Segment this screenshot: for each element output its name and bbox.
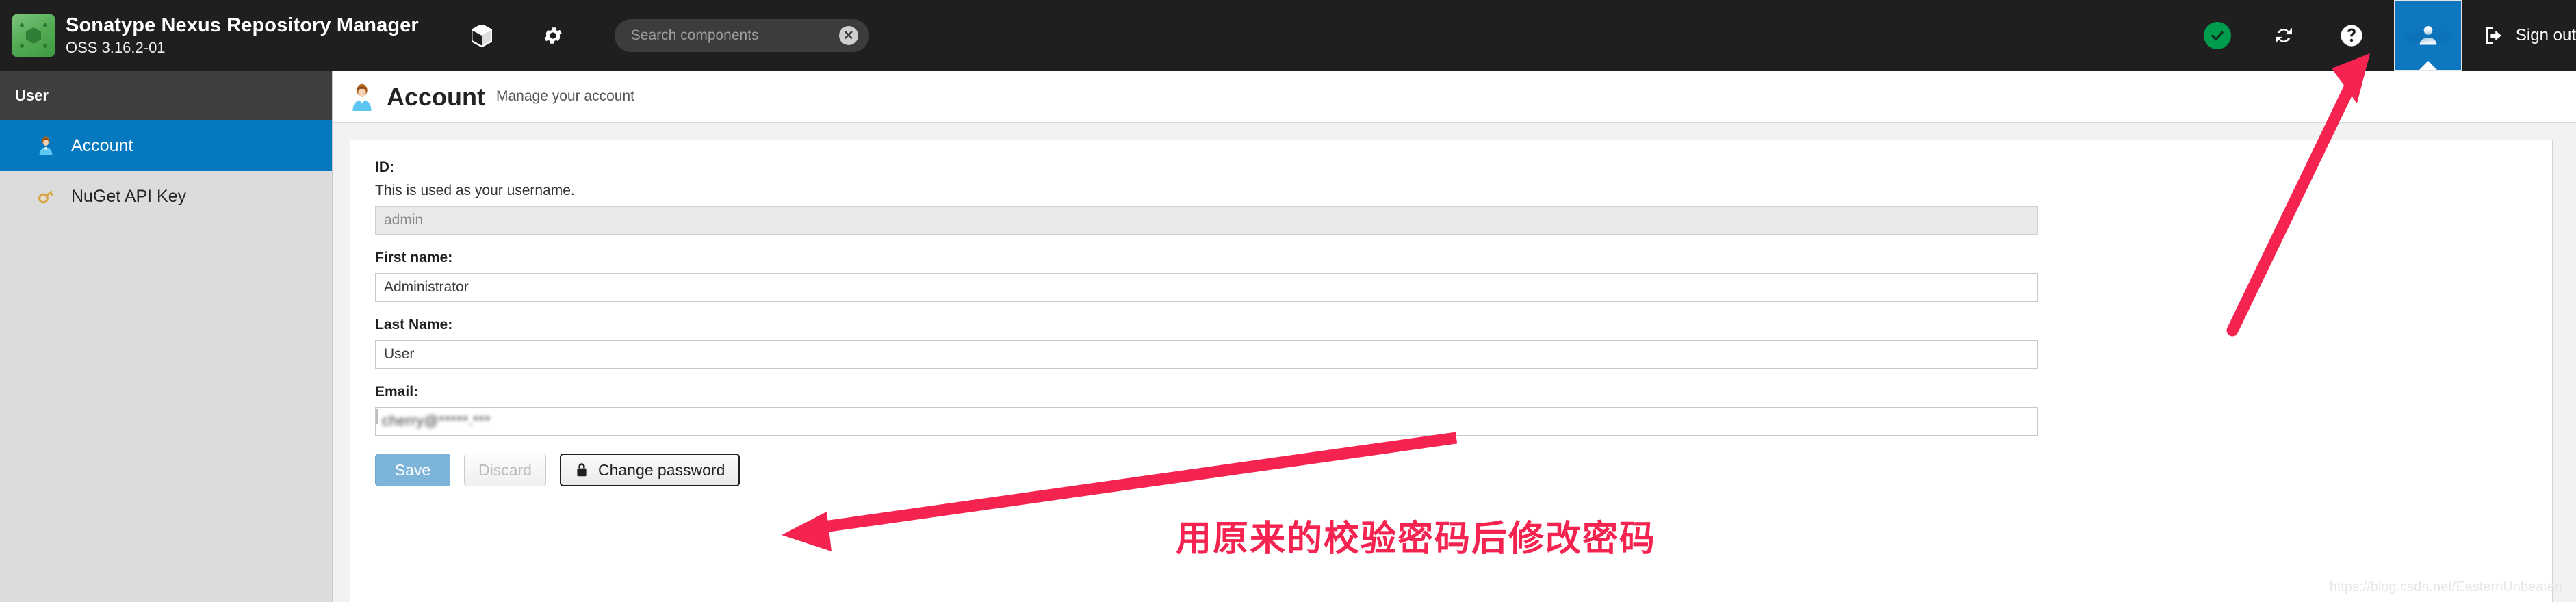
top-right-group: admin Sign out (2203, 0, 2576, 71)
id-help-text: This is used as your username. (375, 183, 575, 198)
user-person-icon (36, 135, 56, 156)
account-form: ID: This is used as your username. First… (350, 140, 2552, 486)
last-name-input[interactable] (375, 340, 2038, 369)
sidebar-header: User (0, 71, 332, 120)
field-email: Email: cherry@*****.*** (375, 384, 2527, 436)
app-root: Sonatype Nexus Repository Manager OSS 3.… (0, 0, 2576, 602)
caret-up-icon (2419, 61, 2437, 70)
discard-button[interactable]: Discard (464, 454, 546, 486)
search-input[interactable] (614, 19, 869, 52)
sign-out-label: Sign out (2515, 26, 2576, 44)
first-name-label: First name: (375, 250, 453, 265)
user-person-icon (2419, 26, 2437, 45)
id-input (375, 206, 2038, 235)
lock-icon (575, 462, 589, 477)
annotation-note: 用原来的校验密码后修改密码 (1176, 519, 1657, 560)
sidebar: User Account NuGet API Key (0, 71, 332, 602)
field-first-name: First name: (375, 250, 2527, 302)
email-redacted-value: cherry@*****.*** (382, 413, 491, 429)
refresh-icon[interactable] (2269, 21, 2299, 51)
clear-x-icon[interactable]: ✕ (838, 26, 858, 45)
change-password-button[interactable]: Change password (559, 454, 740, 486)
app-version: OSS 3.16.2-01 (66, 38, 166, 56)
text-caret (376, 409, 378, 424)
help-question-icon[interactable] (2336, 21, 2367, 51)
page-header: Account Manage your account (333, 71, 2576, 123)
save-button[interactable]: Save (375, 454, 450, 486)
key-icon (36, 186, 56, 207)
id-label: ID: (375, 159, 394, 175)
page-title: Account (387, 82, 485, 111)
form-actions: Save Discard Change password (375, 454, 2527, 486)
email-label: Email: (375, 384, 419, 400)
sign-out-icon (2486, 27, 2501, 44)
sign-out-button[interactable]: Sign out (2483, 25, 2576, 46)
user-person-icon (348, 83, 376, 111)
user-menu-button[interactable]: admin (2393, 0, 2462, 71)
gear-icon[interactable] (538, 21, 568, 51)
app-title: Sonatype Nexus Repository Manager (66, 14, 419, 37)
first-name-input[interactable] (375, 273, 2038, 302)
watermark: https://blog.csdn.net/EasternUnbeaten (2329, 579, 2562, 594)
sidebar-item-label: NuGet API Key (71, 186, 187, 206)
sidebar-item-account[interactable]: Account (0, 120, 332, 171)
field-last-name: Last Name: (375, 317, 2527, 369)
search-container: ✕ (614, 19, 869, 52)
email-input[interactable] (375, 407, 2038, 436)
brand[interactable]: Sonatype Nexus Repository Manager OSS 3.… (12, 14, 419, 57)
top-bar: Sonatype Nexus Repository Manager OSS 3.… (0, 0, 2576, 71)
page-subtitle: Manage your account (496, 88, 634, 104)
sidebar-item-nuget-api-key[interactable]: NuGet API Key (0, 171, 332, 222)
field-id: ID: This is used as your username. (375, 159, 2527, 235)
change-password-label: Change password (597, 460, 725, 479)
cube-icon[interactable] (467, 21, 497, 51)
last-name-label: Last Name: (375, 317, 453, 332)
brand-text: Sonatype Nexus Repository Manager OSS 3.… (66, 15, 419, 55)
sidebar-item-label: Account (71, 135, 133, 155)
status-ok-check-icon[interactable] (2203, 22, 2231, 49)
nexus-cube-logo-icon (12, 14, 55, 57)
